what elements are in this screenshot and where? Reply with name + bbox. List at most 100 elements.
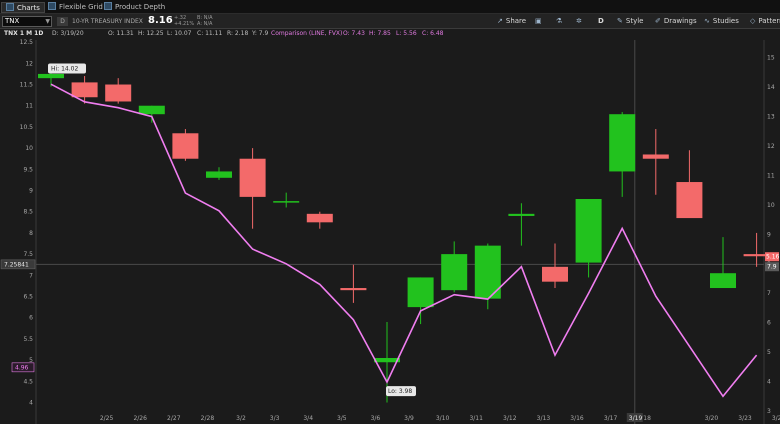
date-tick-label: 2/27 — [167, 415, 181, 422]
date-tick-label: 3/16 — [570, 415, 584, 422]
candle-body — [172, 133, 199, 159]
candle-body — [441, 254, 468, 291]
left-axis-tick-label: 9 — [29, 188, 33, 195]
date-tick-label: 3/2 — [236, 415, 246, 422]
left-price-axis[interactable]: 12.51211.51110.5109.598.587.576.565.554.… — [20, 39, 34, 406]
candlestick-series — [38, 71, 770, 403]
right-axis-tick-label: 11 — [767, 172, 775, 179]
left-axis-tick-label: 10.5 — [20, 124, 34, 131]
candle — [441, 241, 468, 293]
right-axis-tick-label: 9 — [767, 231, 771, 238]
candle-body — [239, 158, 266, 197]
candle — [407, 277, 434, 325]
comparison-line-fvx — [50, 83, 758, 398]
right-axis-tick-label: 3 — [767, 408, 771, 415]
candle-body — [407, 277, 434, 308]
date-tick-label: 3/10 — [436, 415, 450, 422]
date-tick-label: 3/4 — [303, 415, 313, 422]
candle — [340, 264, 367, 303]
last-price-tag-right: 7.9 — [765, 262, 779, 272]
candle-body — [138, 105, 165, 115]
date-tick-label: 2/28 — [201, 415, 215, 422]
candle — [273, 192, 300, 208]
candle — [172, 129, 199, 161]
left-axis-tick-label: 11 — [25, 103, 33, 110]
candle-body — [340, 288, 367, 291]
left-axis-tick-label: 4 — [29, 400, 33, 407]
comparison-price-tag: 4.96 — [11, 362, 35, 373]
left-axis-tick-label: 6 — [29, 315, 33, 322]
low-marker: Lo: 3.98 — [386, 386, 416, 397]
candle — [206, 167, 232, 180]
right-price-axis[interactable]: 1514131211109876543 — [767, 55, 775, 415]
candle — [575, 199, 602, 278]
candle-body — [38, 73, 64, 79]
candle — [508, 203, 535, 246]
candle-body — [676, 182, 703, 219]
candle-body — [642, 154, 669, 159]
comparison-tag: 4.96 — [15, 364, 29, 371]
left-axis-tick-label: 4.5 — [23, 378, 33, 385]
date-tick-label: 3/13 — [537, 415, 551, 422]
left-axis-tick-label: 6.5 — [23, 294, 33, 301]
right-axis-tick-label: 12 — [767, 143, 775, 150]
date-tick-label: 2/25 — [100, 415, 114, 422]
candle-body — [105, 84, 132, 102]
high-label: Hi: 14.02 — [51, 66, 78, 73]
date-tick-label: 3/24 — [772, 415, 780, 422]
left-axis-tick-label: 8.5 — [23, 209, 33, 216]
candle — [239, 148, 266, 229]
left-axis-tick-label: 11.5 — [20, 82, 34, 89]
right-axis-tick-label: 7 — [767, 290, 771, 297]
date-tick-label: 3/5 — [337, 415, 347, 422]
candle — [306, 211, 333, 229]
low-label: Lo: 3.98 — [388, 388, 412, 395]
right-axis-tick-label: 4 — [767, 379, 771, 386]
high-marker: Hi: 14.02 — [48, 63, 86, 74]
left-axis-tick-label: 8 — [29, 230, 33, 237]
date-tick-label: 3/3 — [270, 415, 280, 422]
left-axis-tick-label: 9.5 — [23, 166, 33, 173]
candle — [609, 112, 636, 197]
left-axis-tick-label: 5.5 — [23, 336, 33, 343]
right-axis-tick-label: 15 — [767, 55, 775, 62]
date-tick-label: 3/20 — [705, 415, 719, 422]
candle-body — [71, 82, 98, 98]
candle-body — [306, 213, 333, 223]
crosshair-date-tag: 3/19 — [626, 413, 643, 422]
price-chart[interactable]: 12.5 12 11.5 11 10.5 10 9.5 9 8.5 8 7.5 7 6.5 6 5.5 5 4.… — [0, 0, 780, 424]
crosshair-date: 3/19 — [629, 415, 643, 422]
date-tick-label: 3/17 — [604, 415, 618, 422]
candle — [71, 76, 98, 104]
candle-body — [710, 273, 736, 289]
date-axis[interactable]: 2/25 2/26 2/27 2/28 3/2 3/3 3/4 3/5 3/6 3/9 3/10 3/… — [100, 415, 780, 422]
candle — [542, 243, 568, 289]
right-tag: 5.16 — [766, 254, 780, 261]
candle-body — [542, 266, 568, 282]
date-tick-label: 2/26 — [133, 415, 147, 422]
candle — [676, 150, 703, 219]
right-axis-tick-label: 13 — [767, 114, 775, 121]
candle — [710, 237, 736, 289]
right-axis-tick-label: 14 — [767, 84, 775, 91]
date-tick-label: 3/12 — [503, 415, 517, 422]
candle — [105, 78, 132, 104]
left-axis-tick-label: 10 — [25, 145, 33, 152]
candle — [743, 232, 770, 267]
candle-body — [273, 201, 300, 203]
date-tick-label: 3/6 — [371, 415, 381, 422]
left-axis-tick-label: 7 — [29, 272, 33, 279]
candle-body — [508, 213, 535, 216]
left-axis-tick-label: 12.5 — [20, 39, 34, 46]
candle-body — [206, 171, 232, 178]
right-price-tag: 5.16 — [765, 252, 780, 262]
candle-body — [609, 114, 636, 172]
left-axis-tick-label: 7.5 — [23, 251, 33, 258]
right-axis-tick-label: 10 — [767, 202, 775, 209]
candle — [642, 129, 669, 195]
crosshair-price-tag: 7.25841 — [0, 259, 36, 270]
date-tick-label: 3/9 — [404, 415, 414, 422]
right-axis-tick-label: 6 — [767, 320, 771, 327]
date-tick-label: 3/23 — [738, 415, 752, 422]
left-axis-tick-label: 12 — [25, 60, 33, 67]
